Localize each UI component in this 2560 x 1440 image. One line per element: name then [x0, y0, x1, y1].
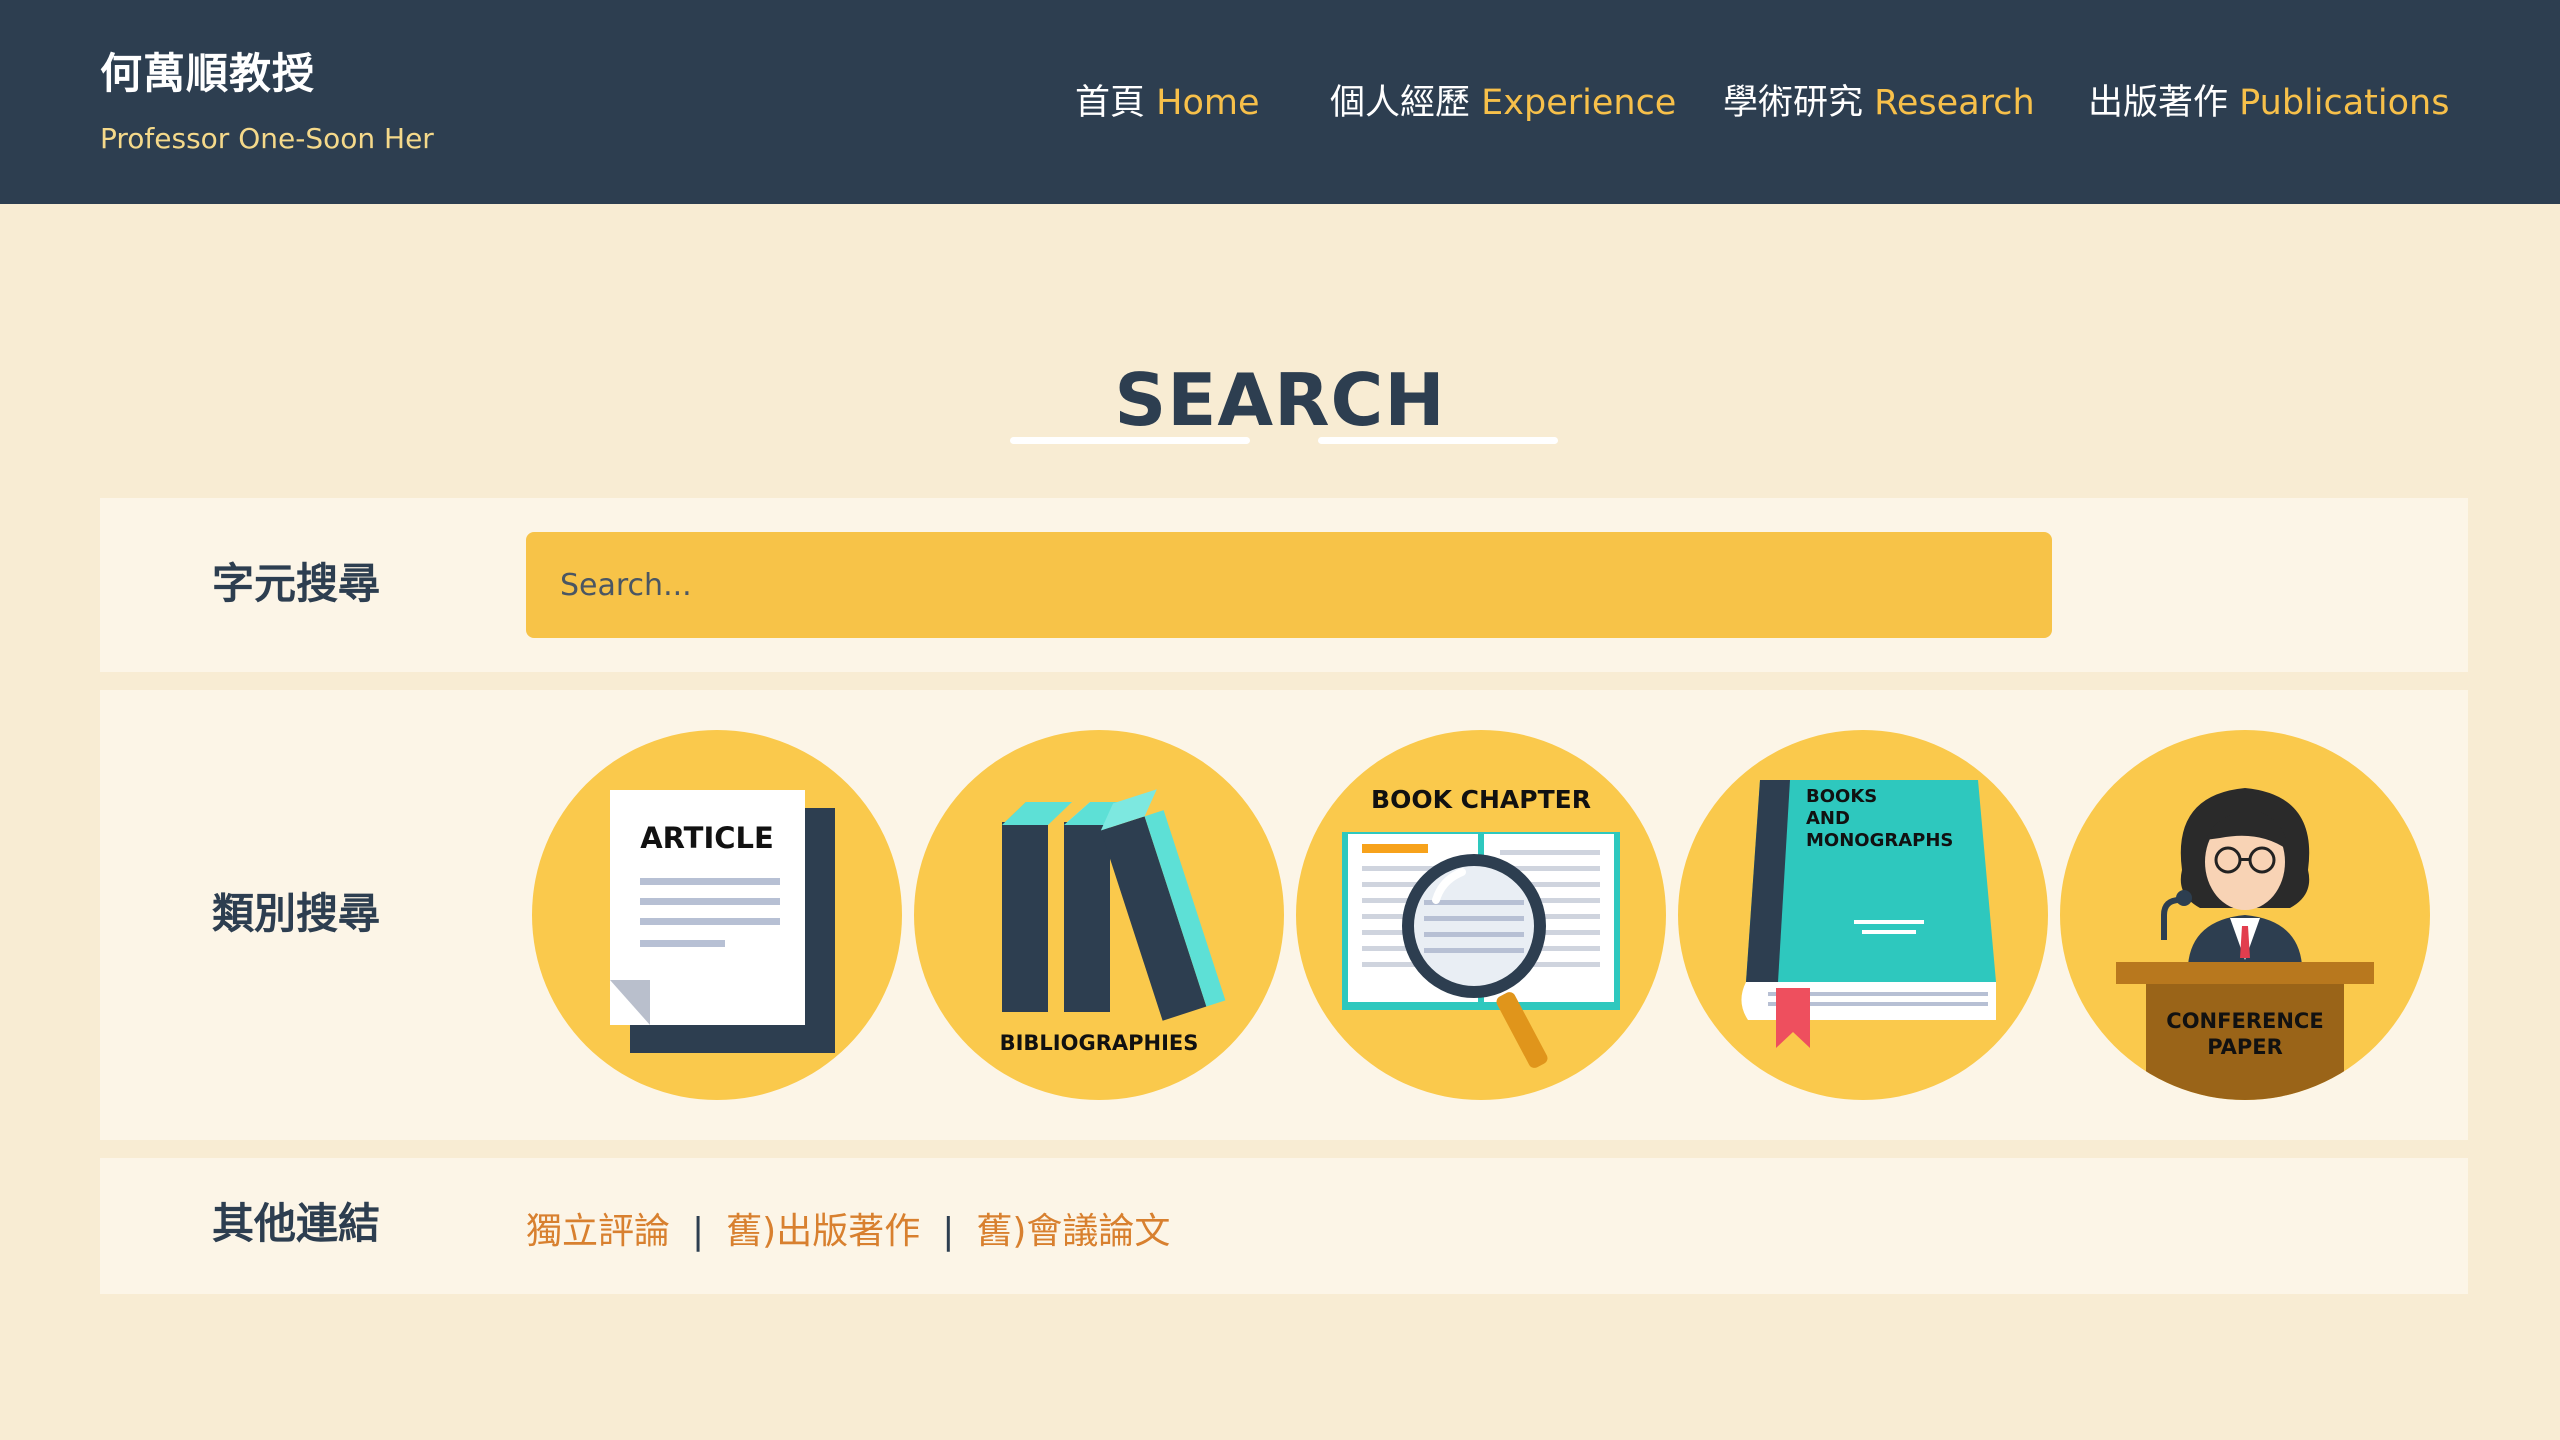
books-monographs-icon: BOOKS AND MONOGRAPHS: [1741, 780, 1996, 1048]
conference-label-line1: CONFERENCE: [2166, 1009, 2323, 1033]
link-separator: |: [692, 1211, 705, 1252]
link-old-conference-papers[interactable]: 舊)會議論文: [976, 1211, 1170, 1252]
category-search-label: 類別搜尋: [212, 889, 381, 938]
nav-item-experience[interactable]: 個人經歷 Experience: [1330, 74, 1676, 125]
article-icon: ARTICLE: [610, 790, 835, 1053]
article-label: ARTICLE: [640, 821, 774, 855]
link-old-publications[interactable]: 舊)出版著作: [726, 1211, 920, 1252]
title-divider-left: [1010, 437, 1250, 444]
site-subtitle: Professor One-Soon Her: [100, 122, 434, 155]
category-search-panel: 類別搜尋 ARTICLE BIBLIOGRAPHIES BOOK CHAPTER…: [100, 690, 2468, 1140]
category-article-button[interactable]: ARTICLE: [532, 730, 902, 1100]
other-links-label: 其他連結: [212, 1199, 381, 1248]
category-conference-paper-button[interactable]: CONFERENCE PAPER: [2060, 730, 2430, 1100]
nav-label-zh: 學術研究: [1723, 83, 1864, 123]
nav-item-publications[interactable]: 出版著作 Publications: [2088, 74, 2449, 125]
category-book-chapter-button[interactable]: BOOK CHAPTER: [1296, 730, 1666, 1100]
nav-item-home[interactable]: 首頁 Home: [1075, 74, 1260, 125]
other-links-list: 獨立評論 | 舊)出版著作 | 舊)會議論文: [526, 1202, 1170, 1254]
nav-label-zh: 個人經歷: [1330, 83, 1471, 123]
category-bibliographies-button[interactable]: BIBLIOGRAPHIES: [914, 730, 1284, 1100]
conference-paper-icon: CONFERENCE PAPER: [2116, 788, 2374, 1100]
bibliographies-label: BIBLIOGRAPHIES: [1000, 1031, 1199, 1055]
conference-label-line2: PAPER: [2207, 1035, 2283, 1059]
nav-label-zh: 首頁: [1075, 83, 1146, 123]
books-label-line3: MONOGRAPHS: [1806, 830, 1953, 851]
book-chapter-label: BOOK CHAPTER: [1371, 785, 1591, 814]
book-chapter-icon: BOOK CHAPTER: [1342, 785, 1620, 1068]
nav-item-research[interactable]: 學術研究 Research: [1723, 74, 2035, 125]
bibliographies-icon: BIBLIOGRAPHIES: [1000, 789, 1226, 1055]
site-title[interactable]: 何萬順教授: [100, 40, 315, 101]
nav-label-en: Publications: [2239, 83, 2450, 123]
top-navbar: 何萬順教授 Professor One-Soon Her 首頁 Home 個人經…: [0, 0, 2560, 204]
other-links-panel: 其他連結 獨立評論 | 舊)出版著作 | 舊)會議論文: [100, 1158, 2468, 1294]
books-label-line1: BOOKS: [1806, 786, 1877, 807]
category-books-monographs-button[interactable]: BOOKS AND MONOGRAPHS: [1678, 730, 2048, 1100]
link-separator: |: [942, 1211, 955, 1252]
nav-label-en: Home: [1156, 83, 1260, 123]
nav-label-zh: 出版著作: [2088, 83, 2229, 123]
text-search-label: 字元搜尋: [212, 559, 381, 608]
nav-label-en: Research: [1874, 83, 2035, 123]
books-label-line2: AND: [1806, 808, 1850, 829]
search-input[interactable]: [526, 532, 2052, 638]
page-title: SEARCH: [1114, 358, 1446, 443]
text-search-panel: 字元搜尋: [100, 498, 2468, 672]
title-divider-right: [1318, 437, 1558, 444]
nav-label-en: Experience: [1481, 83, 1677, 123]
link-independent-review[interactable]: 獨立評論: [526, 1211, 670, 1252]
